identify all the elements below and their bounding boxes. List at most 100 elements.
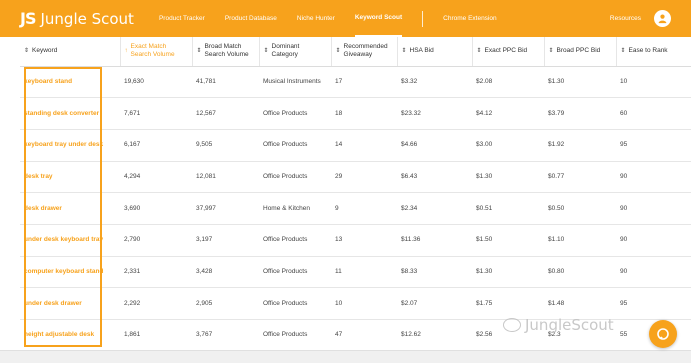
nav-resources[interactable]: Resources	[610, 0, 641, 37]
broad-ppc-cell: $3.79	[544, 97, 616, 130]
sort-icon: ⇕	[401, 48, 407, 55]
hsa-bid-cell: $2.07	[397, 287, 472, 320]
col-header-hsa-bid[interactable]: ⇕ HSA Bid	[397, 37, 473, 67]
user-icon	[658, 14, 667, 24]
broad-ppc-cell: $1.10	[544, 224, 616, 257]
exact-volume-cell: 1,861	[120, 319, 192, 352]
broad-ppc-cell: $0.80	[544, 256, 616, 289]
col-header-label: Keyword	[32, 47, 58, 55]
table-header-row: ⇕ Keyword ↑ Exact Match Search Volume ⇕ Bro…	[20, 37, 691, 67]
exact-volume-cell: 6,167	[120, 129, 192, 162]
broad-ppc-cell: $0.50	[544, 192, 616, 225]
help-chat-button[interactable]	[649, 320, 677, 348]
hsa-bid-cell: $12.62	[397, 319, 472, 352]
keyword-table-container: ⇕ Keyword ↑ Exact Match Search Volume ⇕ Bro…	[20, 37, 691, 352]
keyword-cell[interactable]: height adjustable desk	[20, 319, 120, 352]
hsa-bid-cell: $3.32	[397, 66, 472, 99]
exact-volume-cell: 2,331	[120, 256, 192, 289]
broad-volume-cell: 12,567	[192, 97, 259, 130]
col-header-exact-ppc-bid[interactable]: ⇕ Exact PPC Bid	[472, 37, 545, 67]
broad-volume-cell: 3,767	[192, 319, 259, 352]
keyword-cell[interactable]: under desk drawer	[20, 287, 120, 320]
brand-logo[interactable]: JS Jungle Scout	[20, 9, 134, 28]
keyword-cell[interactable]: keyboard stand	[20, 66, 120, 99]
keyword-cell[interactable]: standing desk converter	[20, 97, 120, 130]
category-cell: Office Products	[259, 129, 331, 162]
giveaway-cell: 11	[331, 256, 397, 289]
col-header-keyword[interactable]: ⇕ Keyword	[20, 37, 121, 67]
ease-to-rank-cell: 90	[616, 161, 691, 194]
col-header-exact-search-volume[interactable]: ↑ Exact Match Search Volume	[120, 37, 193, 67]
sort-up-icon: ↑	[124, 48, 128, 55]
col-header-label: Dominant Category	[271, 43, 300, 59]
keyword-cell[interactable]: desk drawer	[20, 192, 120, 225]
user-avatar[interactable]	[654, 10, 671, 27]
giveaway-cell: 47	[331, 319, 397, 352]
table-row[interactable]: computer keyboard stand 2,331 3,428 Offi…	[20, 256, 691, 289]
nav-chrome-extension[interactable]: Chrome Extension	[443, 0, 496, 37]
category-cell: Office Products	[259, 319, 331, 352]
hsa-bid-cell: $4.66	[397, 129, 472, 162]
col-header-dominant-category[interactable]: ⇕ Dominant Category	[259, 37, 332, 67]
chat-icon	[657, 328, 669, 340]
keyword-cell[interactable]: under desk keyboard tray	[20, 224, 120, 257]
nav-keyword-scout[interactable]: Keyword Scout	[354, 0, 403, 37]
exact-ppc-cell: $4.12	[472, 97, 544, 130]
nav-product-database[interactable]: Product Database	[225, 0, 277, 37]
table-row[interactable]: under desk keyboard tray 2,790 3,197 Off…	[20, 224, 691, 257]
table-row[interactable]: keyboard tray under desk 6,167 9,505 Off…	[20, 129, 691, 162]
col-header-ease-to-rank[interactable]: ⇕ Ease to Rank	[616, 37, 691, 67]
nav-niche-hunter[interactable]: Niche Hunter	[297, 0, 335, 37]
broad-volume-cell: 3,197	[192, 224, 259, 257]
category-cell: Office Products	[259, 256, 331, 289]
keyword-cell[interactable]: desk tray	[20, 161, 120, 194]
col-header-label: Exact PPC Bid	[484, 47, 528, 55]
sort-icon: ⇕	[620, 48, 626, 55]
col-header-broad-ppc-bid[interactable]: ⇕ Broad PPC Bid	[544, 37, 617, 67]
col-header-label: Recommended Giveaway	[343, 43, 388, 59]
ease-to-rank-cell: 90	[616, 192, 691, 225]
col-header-label: Broad Match Search Volume	[204, 43, 249, 59]
broad-ppc-cell: $1.92	[544, 129, 616, 162]
sort-icon: ⇕	[24, 48, 30, 55]
table-row[interactable]: keyboard stand 19,630 41,781 Musical Ins…	[20, 66, 691, 99]
table-row[interactable]: desk drawer 3,690 37,997 Home & Kitchen …	[20, 192, 691, 225]
exact-ppc-cell: $2.08	[472, 66, 544, 99]
giveaway-cell: 9	[331, 192, 397, 225]
exact-volume-cell: 19,630	[120, 66, 192, 99]
broad-volume-cell: 9,505	[192, 129, 259, 162]
ease-to-rank-cell: 95	[616, 287, 691, 320]
watermark: JungleScout	[503, 314, 614, 336]
col-header-broad-search-volume[interactable]: ⇕ Broad Match Search Volume	[192, 37, 260, 67]
broad-volume-cell: 41,781	[192, 66, 259, 99]
keyword-table: ⇕ Keyword ↑ Exact Match Search Volume ⇕ Bro…	[20, 37, 691, 352]
ease-to-rank-cell: 90	[616, 256, 691, 289]
keyword-cell[interactable]: keyboard tray under desk	[20, 129, 120, 162]
giveaway-cell: 29	[331, 161, 397, 194]
nav-product-tracker[interactable]: Product Tracker	[159, 0, 205, 37]
horizontal-scrollbar[interactable]	[0, 350, 691, 363]
broad-volume-cell: 12,081	[192, 161, 259, 194]
watermark-text: JungleScout	[525, 316, 614, 334]
col-header-recommended-giveaway[interactable]: ⇕ Recommended Giveaway	[331, 37, 398, 67]
exact-ppc-cell: $3.00	[472, 129, 544, 162]
exact-volume-cell: 2,790	[120, 224, 192, 257]
category-cell: Home & Kitchen	[259, 192, 331, 225]
giveaway-cell: 17	[331, 66, 397, 99]
exact-volume-cell: 3,690	[120, 192, 192, 225]
col-header-label: Broad PPC Bid	[556, 47, 601, 55]
exact-volume-cell: 4,294	[120, 161, 192, 194]
sort-icon: ⇕	[196, 48, 202, 55]
broad-volume-cell: 37,997	[192, 192, 259, 225]
brand-name: Jungle Scout	[40, 9, 134, 28]
exact-ppc-cell: $1.30	[472, 256, 544, 289]
exact-volume-cell: 2,292	[120, 287, 192, 320]
col-header-label: Ease to Rank	[628, 47, 668, 55]
table-row[interactable]: standing desk converter 7,671 12,567 Off…	[20, 97, 691, 130]
category-cell: Office Products	[259, 287, 331, 320]
keyword-cell[interactable]: computer keyboard stand	[20, 256, 120, 289]
exact-volume-cell: 7,671	[120, 97, 192, 130]
table-row[interactable]: desk tray 4,294 12,081 Office Products 2…	[20, 161, 691, 194]
ease-to-rank-cell: 90	[616, 224, 691, 257]
ease-to-rank-cell: 95	[616, 129, 691, 162]
